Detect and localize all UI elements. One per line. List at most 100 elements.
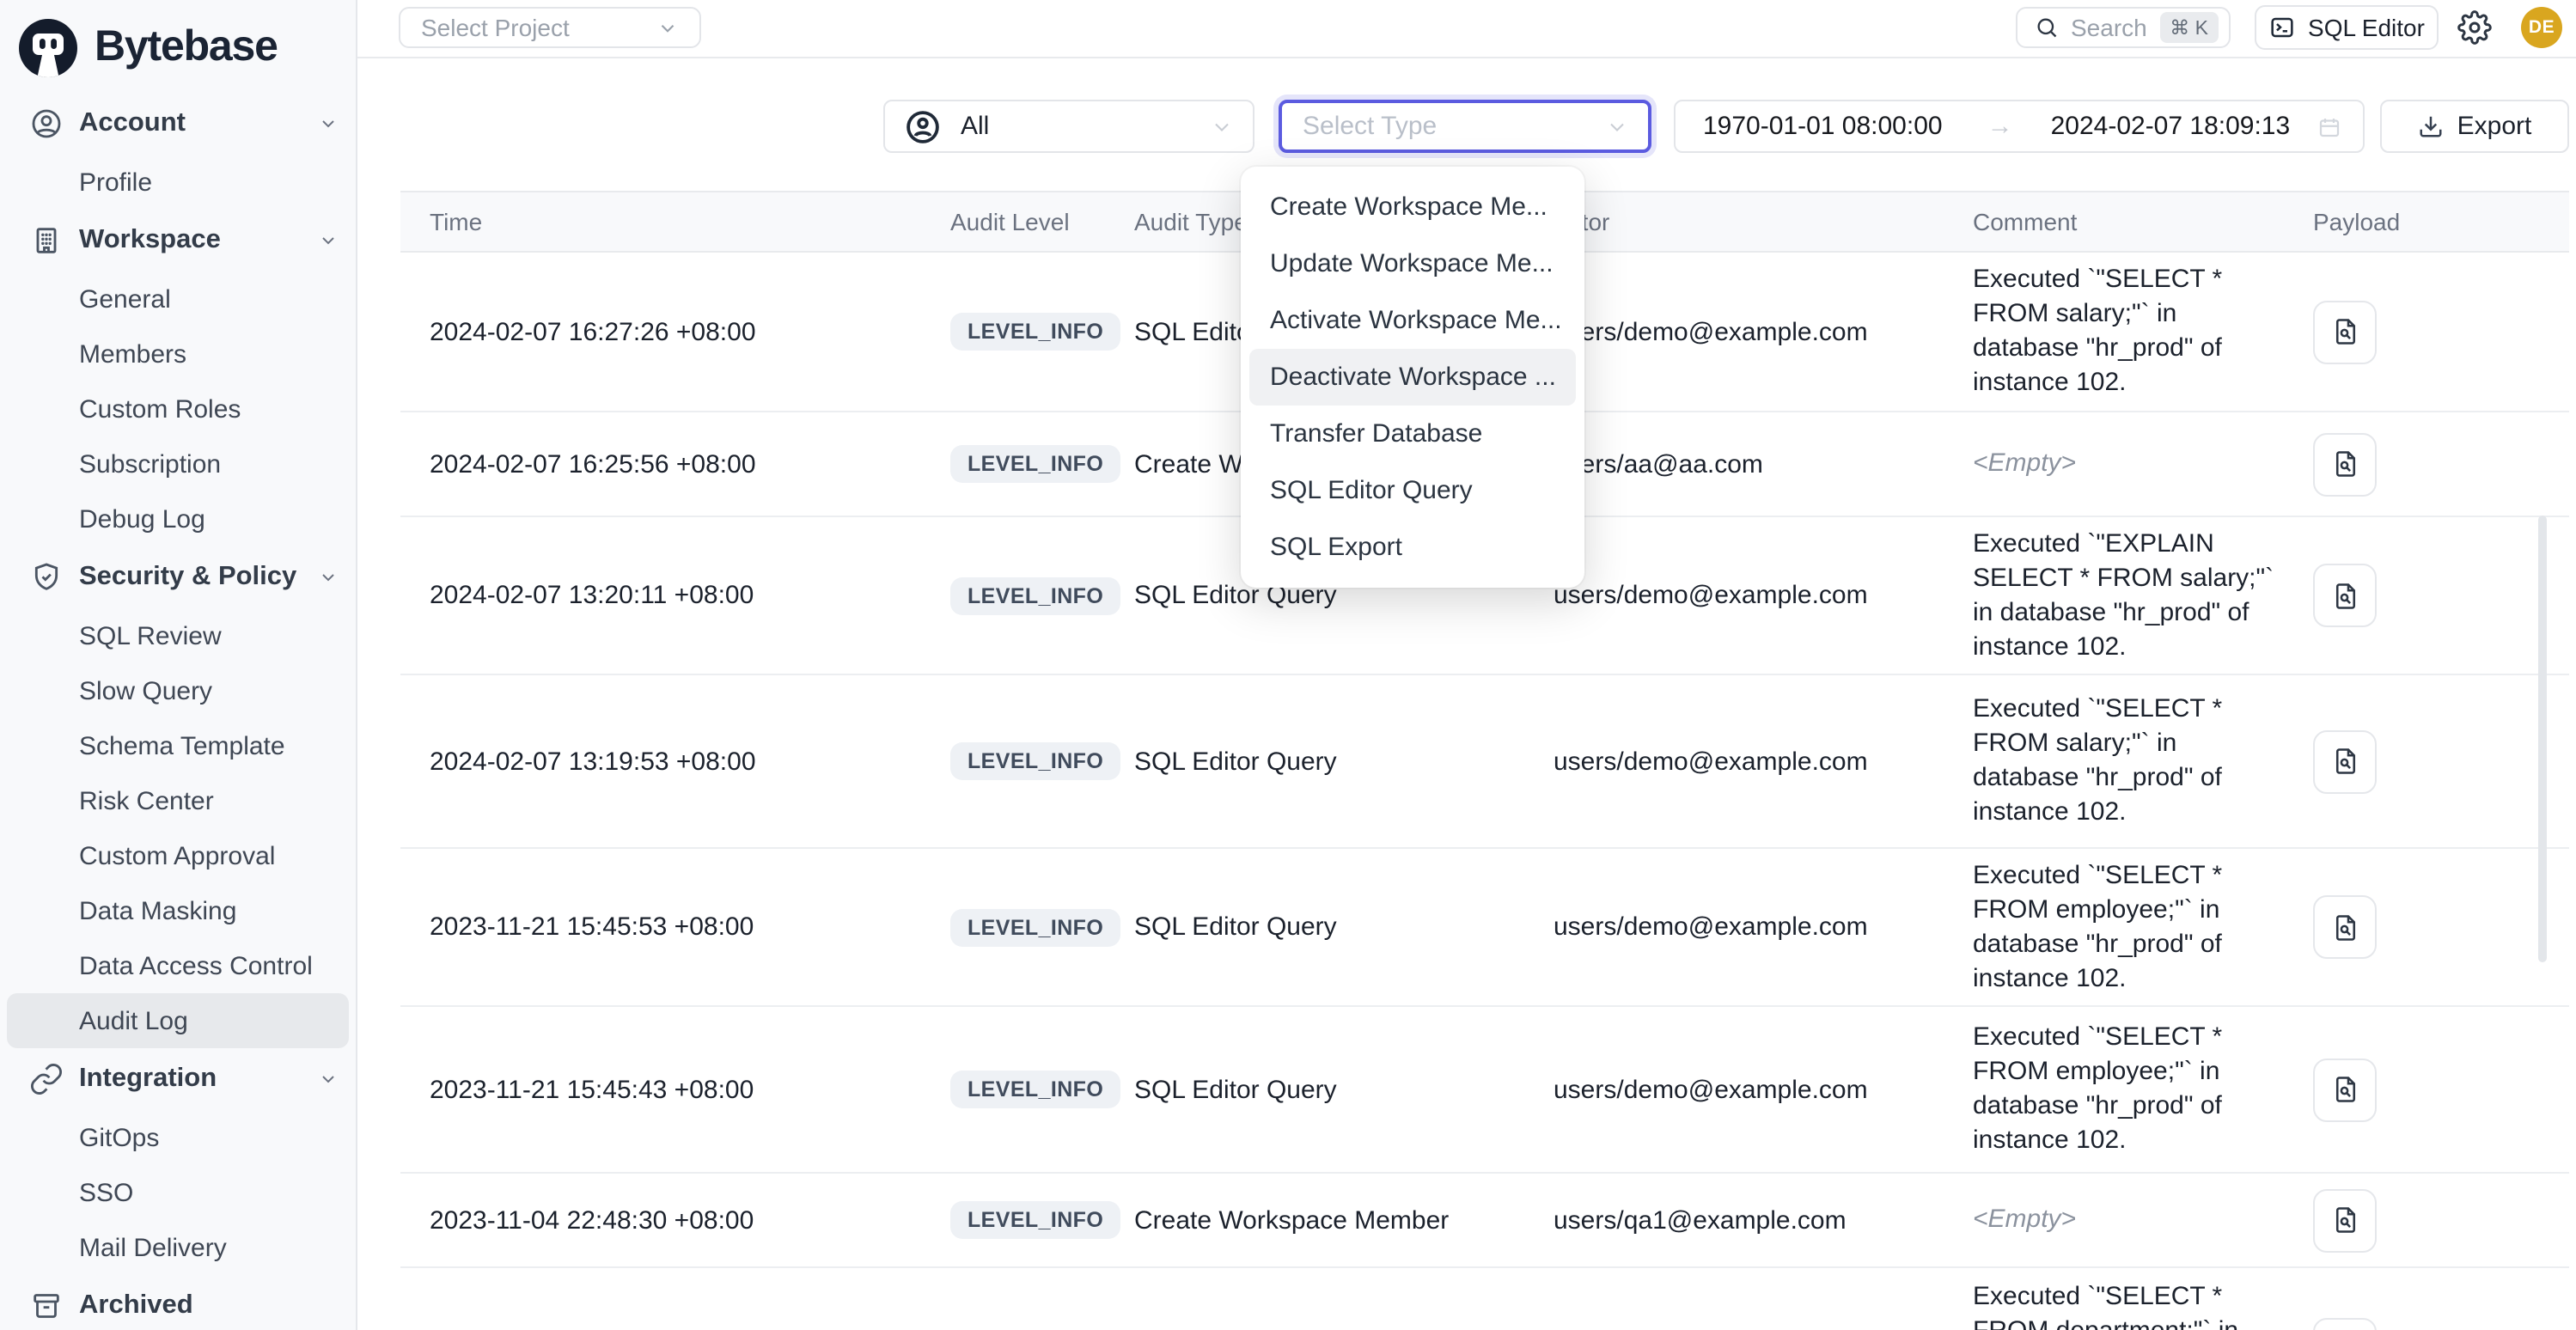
sidebar-section-integration[interactable]: Integration — [0, 1048, 356, 1110]
table-row: 2023-11-04 21:26:34 +08:00 LEVEL_INFO SQ… — [400, 1268, 2569, 1330]
cell-actor: users/demo@example.com — [1554, 912, 1973, 942]
brand-logo[interactable]: Bytebase — [0, 0, 356, 82]
cell-time: 2023-11-21 15:45:43 +08:00 — [400, 1075, 950, 1104]
cell-actor: users/qa1@example.com — [1554, 1205, 1973, 1235]
document-search-icon — [2329, 448, 2360, 479]
download-icon — [2418, 113, 2444, 139]
payload-view-button[interactable] — [2313, 729, 2377, 793]
search-input[interactable]: Search ⌘ K — [2016, 7, 2231, 48]
sidebar-item-custom-roles[interactable]: Custom Roles — [0, 381, 356, 436]
menu-item-create-workspace-member[interactable]: Create Workspace Me... — [1241, 179, 1584, 235]
archive-icon — [29, 1289, 64, 1323]
sidebar-section-archived[interactable]: Archived — [0, 1275, 356, 1330]
cell-time: 2024-02-07 13:19:53 +08:00 — [400, 747, 950, 776]
sidebar-item-gitops[interactable]: GitOps — [0, 1110, 356, 1165]
arrow-right-icon: → — [1987, 112, 2013, 141]
document-search-icon — [2329, 1205, 2360, 1235]
chevron-down-icon — [656, 16, 679, 39]
audit-level-badge: LEVEL_INFO — [950, 908, 1120, 946]
date-range-picker: 1970-01-01 08:00:00 → 2024-02-07 18:09:1… — [1674, 100, 2365, 153]
sidebar-item-debug-log[interactable]: Debug Log — [0, 491, 356, 546]
sidebar-item-members[interactable]: Members — [0, 326, 356, 381]
payload-view-button[interactable] — [2313, 1058, 2377, 1121]
sidebar-item-general[interactable]: General — [0, 271, 356, 326]
document-search-icon — [2329, 316, 2360, 347]
export-label: Export — [2457, 112, 2532, 141]
sidebar-item-custom-approval[interactable]: Custom Approval — [0, 828, 356, 883]
audit-level-badge: LEVEL_INFO — [950, 742, 1120, 780]
cell-time: 2024-02-07 13:20:11 +08:00 — [400, 581, 950, 610]
payload-view-button[interactable] — [2313, 564, 2377, 627]
project-select[interactable]: Select Project — [399, 7, 701, 48]
actor-filter-value: All — [961, 112, 1210, 141]
actor-filter-select[interactable]: All — [883, 100, 1254, 153]
sidebar-item-data-masking[interactable]: Data Masking — [0, 883, 356, 938]
menu-item-update-workspace-member[interactable]: Update Workspace Me... — [1241, 235, 1584, 292]
date-to-input[interactable]: 2024-02-07 18:09:13 — [2051, 112, 2291, 141]
sidebar-item-data-access-control[interactable]: Data Access Control — [0, 938, 356, 993]
scrollbar-thumb[interactable] — [2538, 516, 2547, 962]
payload-view-button[interactable] — [2313, 1317, 2377, 1330]
sidebar-nav: Account Profile Workspace General Member… — [0, 82, 356, 1330]
audit-level-badge: LEVEL_INFO — [950, 1201, 1120, 1239]
sidebar-item-slow-query[interactable]: Slow Query — [0, 663, 356, 718]
sidebar-section-workspace[interactable]: Workspace — [0, 210, 356, 271]
document-search-icon — [2329, 1074, 2360, 1105]
sidebar-item-sql-review[interactable]: SQL Review — [0, 608, 356, 663]
document-search-icon — [2329, 912, 2360, 943]
sidebar-item-risk-center[interactable]: Risk Center — [0, 773, 356, 828]
sidebar-section-security-policy[interactable]: Security & Policy — [0, 546, 356, 608]
type-filter-select[interactable]: Select Type — [1279, 100, 1651, 153]
cell-time: 2023-11-21 15:45:53 +08:00 — [400, 912, 950, 942]
chevron-down-icon — [318, 1069, 339, 1089]
cell-comment: Executed `"SELECT * FROM salary;"` in da… — [1973, 263, 2279, 400]
sidebar-item-subscription[interactable]: Subscription — [0, 436, 356, 491]
cell-comment: Executed `"SELECT * FROM employee;"` in … — [1973, 1021, 2279, 1158]
menu-item-sql-export[interactable]: SQL Export — [1241, 519, 1584, 576]
cell-comment: Executed `"EXPLAIN SELECT * FROM salary;… — [1973, 527, 2279, 664]
payload-view-button[interactable] — [2313, 1188, 2377, 1252]
table-row: 2023-11-21 15:45:43 +08:00 LEVEL_INFO SQ… — [400, 1007, 2569, 1174]
menu-item-deactivate-workspace-member[interactable]: Deactivate Workspace ... — [1249, 349, 1576, 406]
sidebar-item-sso[interactable]: SSO — [0, 1165, 356, 1220]
link-icon — [29, 1062, 64, 1096]
column-header-actor: Actor — [1554, 208, 1973, 235]
menu-item-transfer-database[interactable]: Transfer Database — [1241, 406, 1584, 462]
payload-view-button[interactable] — [2313, 300, 2377, 363]
cell-audit-type: Create Workspace Member — [1134, 1205, 1554, 1235]
table-row: 2023-11-04 22:48:30 +08:00 LEVEL_INFO Cr… — [400, 1174, 2569, 1268]
user-circle-icon — [904, 107, 942, 145]
chevron-down-icon — [1210, 114, 1234, 138]
sidebar-section-account[interactable]: Account — [0, 93, 356, 155]
building-icon — [29, 223, 64, 258]
type-filter-placeholder: Select Type — [1303, 112, 1605, 141]
sidebar-item-audit-log[interactable]: Audit Log — [7, 993, 349, 1048]
chevron-down-icon — [318, 113, 339, 134]
cell-audit-type: SQL Editor Query — [1134, 747, 1554, 776]
cell-time: 2023-11-04 22:48:30 +08:00 — [400, 1205, 950, 1235]
user-circle-icon — [29, 107, 64, 141]
menu-item-sql-editor-query[interactable]: SQL Editor Query — [1241, 462, 1584, 519]
audit-level-badge: LEVEL_INFO — [950, 1071, 1120, 1108]
payload-view-button[interactable] — [2313, 432, 2377, 496]
search-placeholder: Search — [2071, 14, 2159, 41]
avatar[interactable]: DE — [2521, 7, 2562, 48]
sql-editor-label: SQL Editor — [2308, 14, 2425, 41]
cell-comment: <Empty> — [1973, 1203, 2279, 1237]
cell-comment: Executed `"SELECT * FROM department;"` i… — [1973, 1280, 2279, 1330]
audit-level-badge: LEVEL_INFO — [950, 577, 1120, 614]
sidebar-item-profile[interactable]: Profile — [0, 155, 356, 210]
sql-editor-button[interactable]: SQL Editor — [2255, 5, 2439, 50]
terminal-icon — [2268, 14, 2296, 41]
sidebar-item-schema-template[interactable]: Schema Template — [0, 718, 356, 773]
date-from-input[interactable]: 1970-01-01 08:00:00 — [1703, 112, 1943, 141]
export-button[interactable]: Export — [2380, 100, 2569, 153]
gear-icon[interactable] — [2457, 10, 2492, 45]
sidebar-item-mail-delivery[interactable]: Mail Delivery — [0, 1220, 356, 1275]
payload-view-button[interactable] — [2313, 895, 2377, 959]
cell-audit-type: SQL Editor Query — [1134, 912, 1554, 942]
cell-actor: users/demo@example.com — [1554, 317, 1973, 346]
topbar: Select Project Search ⌘ K SQL Editor DE — [357, 0, 2576, 58]
menu-item-activate-workspace-member[interactable]: Activate Workspace Me... — [1241, 292, 1584, 349]
calendar-icon[interactable] — [2317, 113, 2342, 140]
